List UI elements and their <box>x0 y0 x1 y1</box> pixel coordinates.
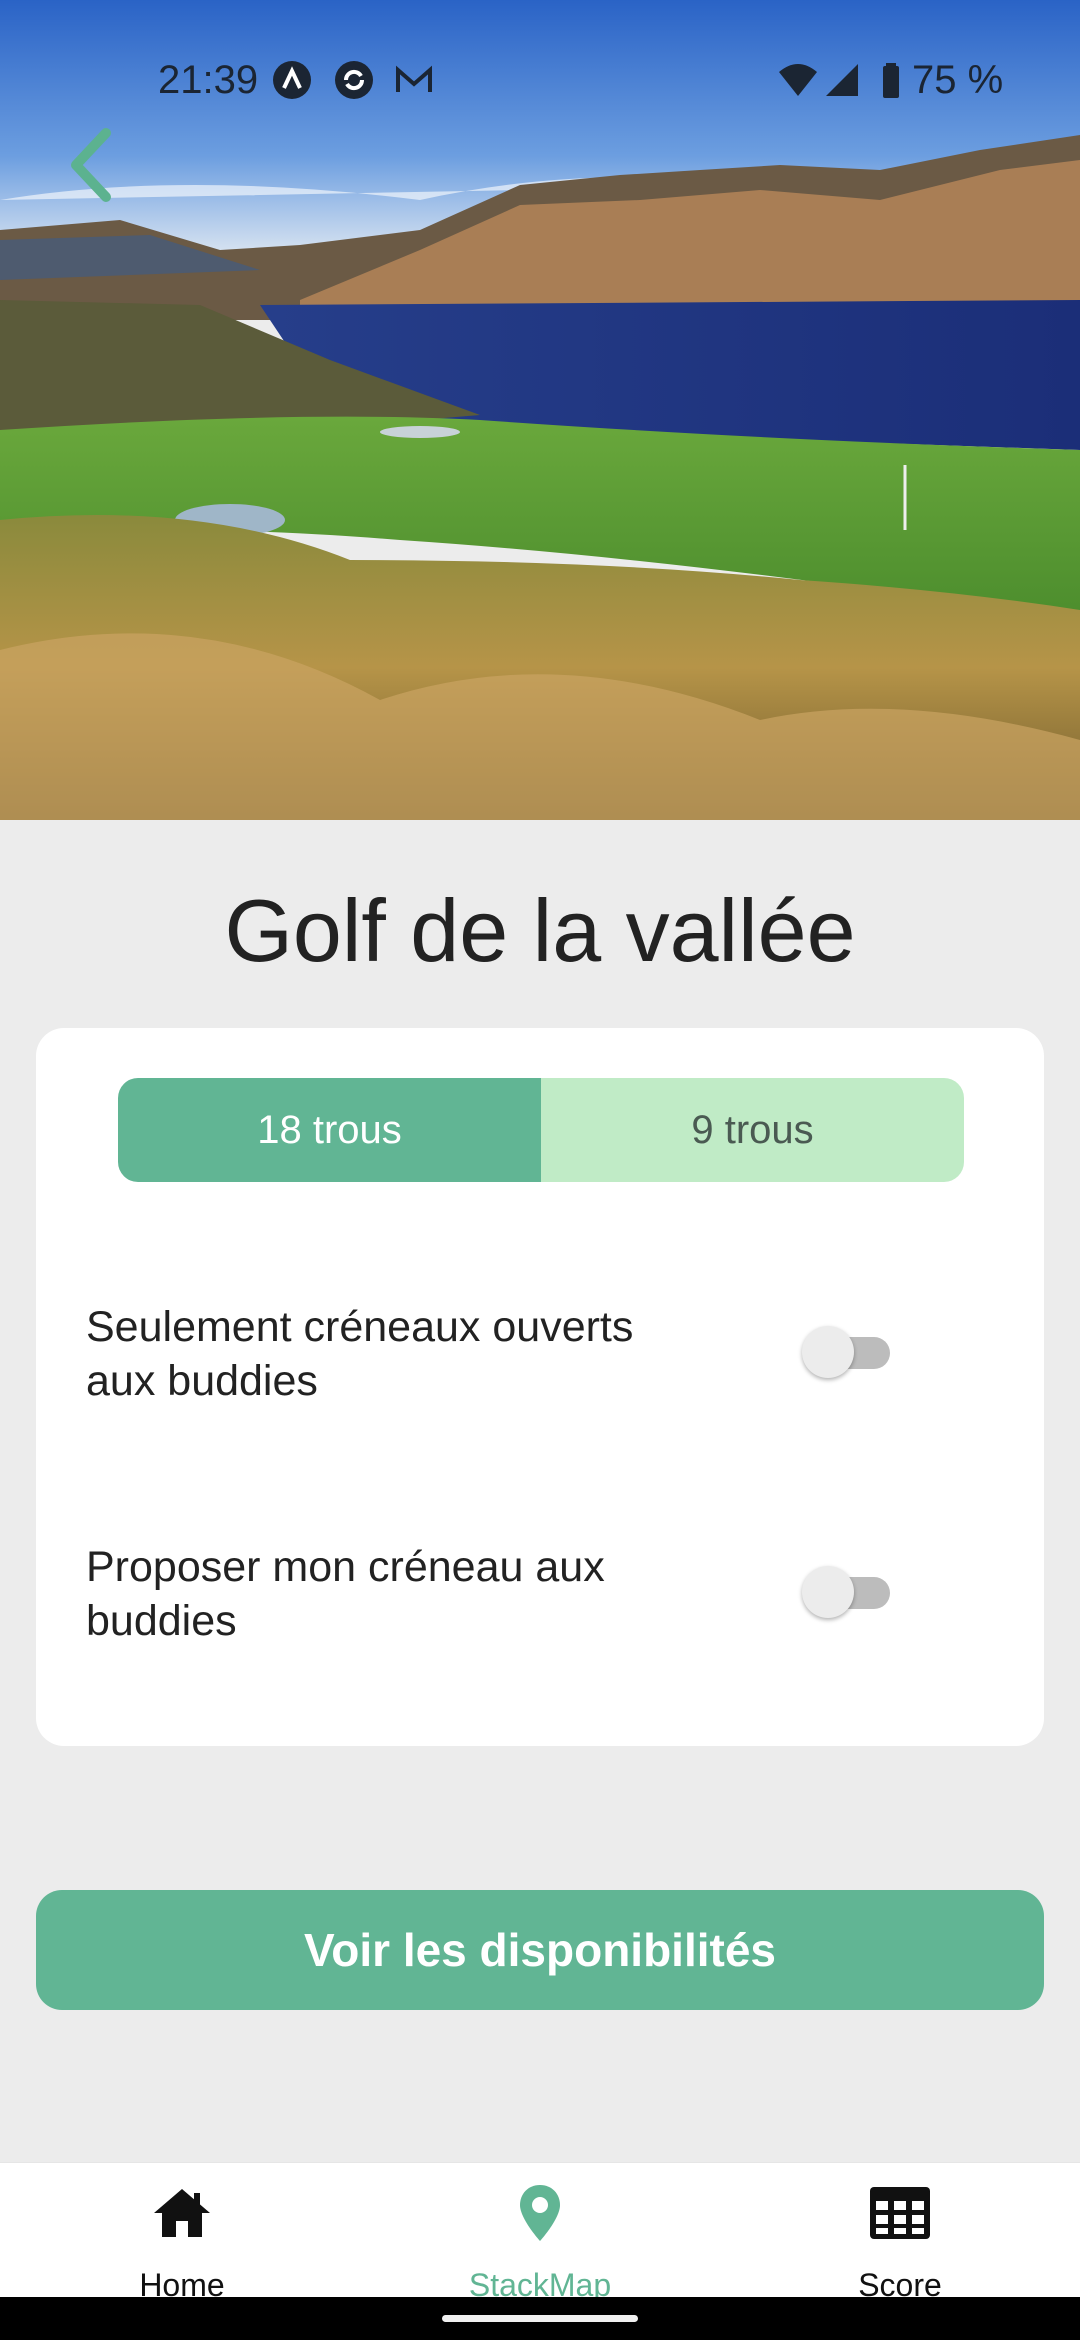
bottom-tab-bar: Home StackMap Score <box>0 2162 1080 2303</box>
status-bar: 21:39 75 % <box>0 0 1080 165</box>
holes-option-18[interactable]: 18 trous <box>118 1078 541 1182</box>
map-pin-icon <box>520 2185 560 2241</box>
gmail-icon <box>396 65 432 92</box>
course-title: Golf de la vallée <box>224 881 856 980</box>
tab-stackmap[interactable]: StackMap <box>360 2163 720 2303</box>
status-time: 21:39 <box>158 58 259 102</box>
chevron-left-icon <box>71 128 111 202</box>
home-icon <box>154 2189 210 2237</box>
wifi-icon <box>779 64 817 96</box>
share-slot-toggle[interactable] <box>802 1564 892 1620</box>
signal-icon <box>826 64 858 96</box>
buddies-only-label: Seulement créneaux ouverts aux buddies <box>86 1303 634 1405</box>
tab-score[interactable]: Score <box>720 2163 1080 2303</box>
grid-table-icon <box>870 2187 930 2239</box>
holes-option-9[interactable]: 9 trous <box>541 1078 964 1182</box>
battery-percent: 75 % <box>912 58 1004 102</box>
buddies-only-toggle[interactable] <box>802 1324 892 1380</box>
home-gesture-handle[interactable] <box>442 2315 638 2322</box>
toggle-thumb <box>802 1566 854 1618</box>
share-slot-label: Proposer mon créneau aux buddies <box>86 1543 605 1645</box>
app-a-icon <box>273 61 311 99</box>
holes-selector: 18 trous 9 trous <box>118 1078 964 1182</box>
sync-icon <box>335 61 373 99</box>
toggle-thumb <box>802 1326 854 1378</box>
system-navigation-bar <box>0 2297 1080 2340</box>
back-button[interactable] <box>62 125 122 205</box>
see-availability-button[interactable]: Voir les disponibilités <box>36 1890 1044 2010</box>
tab-home[interactable]: Home <box>2 2163 362 2303</box>
options-card: 18 trous 9 trous Seulement créneaux ouve… <box>36 1028 1044 1746</box>
battery-icon <box>883 63 899 98</box>
